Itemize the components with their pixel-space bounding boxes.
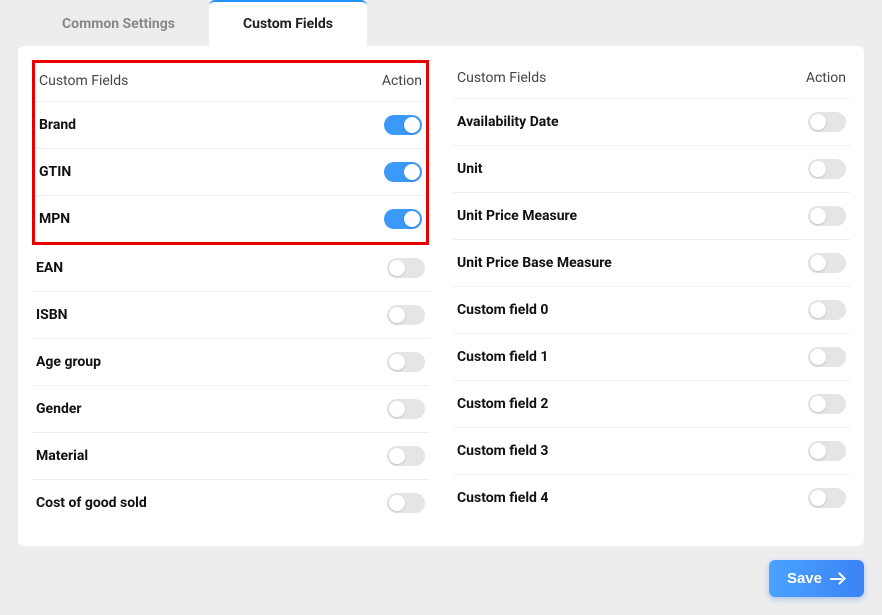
field-label: Custom field 1	[457, 349, 548, 365]
field-label: Material	[36, 448, 88, 464]
toggle-switch[interactable]	[384, 162, 422, 182]
field-row: MPN	[35, 196, 426, 242]
field-row: Age group	[32, 339, 429, 386]
field-row: Gender	[32, 386, 429, 433]
toggle-switch[interactable]	[384, 209, 422, 229]
field-row: Unit Price Measure	[453, 193, 850, 240]
field-row: Unit Price Base Measure	[453, 240, 850, 287]
tab-custom-fields[interactable]: Custom Fields	[209, 0, 367, 46]
field-label: Custom field 0	[457, 302, 548, 318]
field-row: Custom field 4	[453, 475, 850, 521]
toggle-switch[interactable]	[808, 253, 846, 273]
arrow-right-icon	[830, 573, 846, 585]
field-row: Custom field 2	[453, 381, 850, 428]
field-label: GTIN	[39, 164, 71, 180]
save-button-label: Save	[787, 570, 822, 587]
toggle-switch[interactable]	[387, 258, 425, 278]
highlight-box: Custom Fields Action Brand GTIN MPN	[32, 60, 429, 245]
column-header: Custom Fields Action	[453, 60, 850, 99]
save-button[interactable]: Save	[769, 560, 864, 597]
field-label: Gender	[36, 401, 82, 417]
field-label: Availability Date	[457, 114, 559, 130]
toggle-switch[interactable]	[808, 206, 846, 226]
header-fields-label: Custom Fields	[457, 70, 546, 86]
toggle-switch[interactable]	[808, 394, 846, 414]
header-fields-label: Custom Fields	[39, 73, 128, 89]
field-row: Availability Date	[453, 99, 850, 146]
toggle-switch[interactable]	[387, 399, 425, 419]
field-row: EAN	[32, 245, 429, 292]
field-row: GTIN	[35, 149, 426, 196]
field-row: Unit	[453, 146, 850, 193]
right-column: Custom Fields Action Availability Date Unit…	[453, 60, 850, 526]
toggle-switch[interactable]	[384, 115, 422, 135]
field-row: Material	[32, 433, 429, 480]
toggle-switch[interactable]	[808, 441, 846, 461]
field-label: EAN	[36, 260, 63, 276]
header-action-label: Action	[382, 73, 422, 89]
tab-label: Custom Fields	[243, 16, 333, 32]
field-row: Brand	[35, 102, 426, 149]
field-row: Custom field 0	[453, 287, 850, 334]
field-row: Custom field 3	[453, 428, 850, 475]
toggle-switch[interactable]	[387, 446, 425, 466]
field-label: ISBN	[36, 307, 68, 323]
toggle-switch[interactable]	[387, 352, 425, 372]
tab-label: Common Settings	[62, 16, 175, 32]
field-label: Unit Price Measure	[457, 208, 577, 224]
toggle-switch[interactable]	[808, 112, 846, 132]
field-label: Unit	[457, 161, 483, 177]
tab-common-settings[interactable]: Common Settings	[28, 2, 209, 46]
toggle-switch[interactable]	[387, 305, 425, 325]
toggle-switch[interactable]	[387, 493, 425, 513]
toggle-switch[interactable]	[808, 347, 846, 367]
field-row: ISBN	[32, 292, 429, 339]
toggle-switch[interactable]	[808, 159, 846, 179]
field-label: Cost of good sold	[36, 495, 147, 511]
field-row: Custom field 1	[453, 334, 850, 381]
left-column: Custom Fields Action Brand GTIN MPN EAN ISBN Ag…	[32, 60, 429, 526]
field-label: Custom field 4	[457, 490, 548, 506]
field-row: Cost of good sold	[32, 480, 429, 526]
toggle-switch[interactable]	[808, 488, 846, 508]
column-header: Custom Fields Action	[35, 63, 426, 102]
field-label: Age group	[36, 354, 101, 370]
field-label: Custom field 2	[457, 396, 548, 412]
panel-custom-fields: Custom Fields Action Brand GTIN MPN EAN ISBN Ag…	[18, 46, 864, 546]
tabs: Common Settings Custom Fields	[18, 0, 864, 46]
field-label: Unit Price Base Measure	[457, 255, 612, 271]
field-label: MPN	[39, 211, 70, 227]
field-label: Custom field 3	[457, 443, 548, 459]
field-label: Brand	[39, 117, 76, 133]
toggle-switch[interactable]	[808, 300, 846, 320]
header-action-label: Action	[806, 70, 846, 86]
